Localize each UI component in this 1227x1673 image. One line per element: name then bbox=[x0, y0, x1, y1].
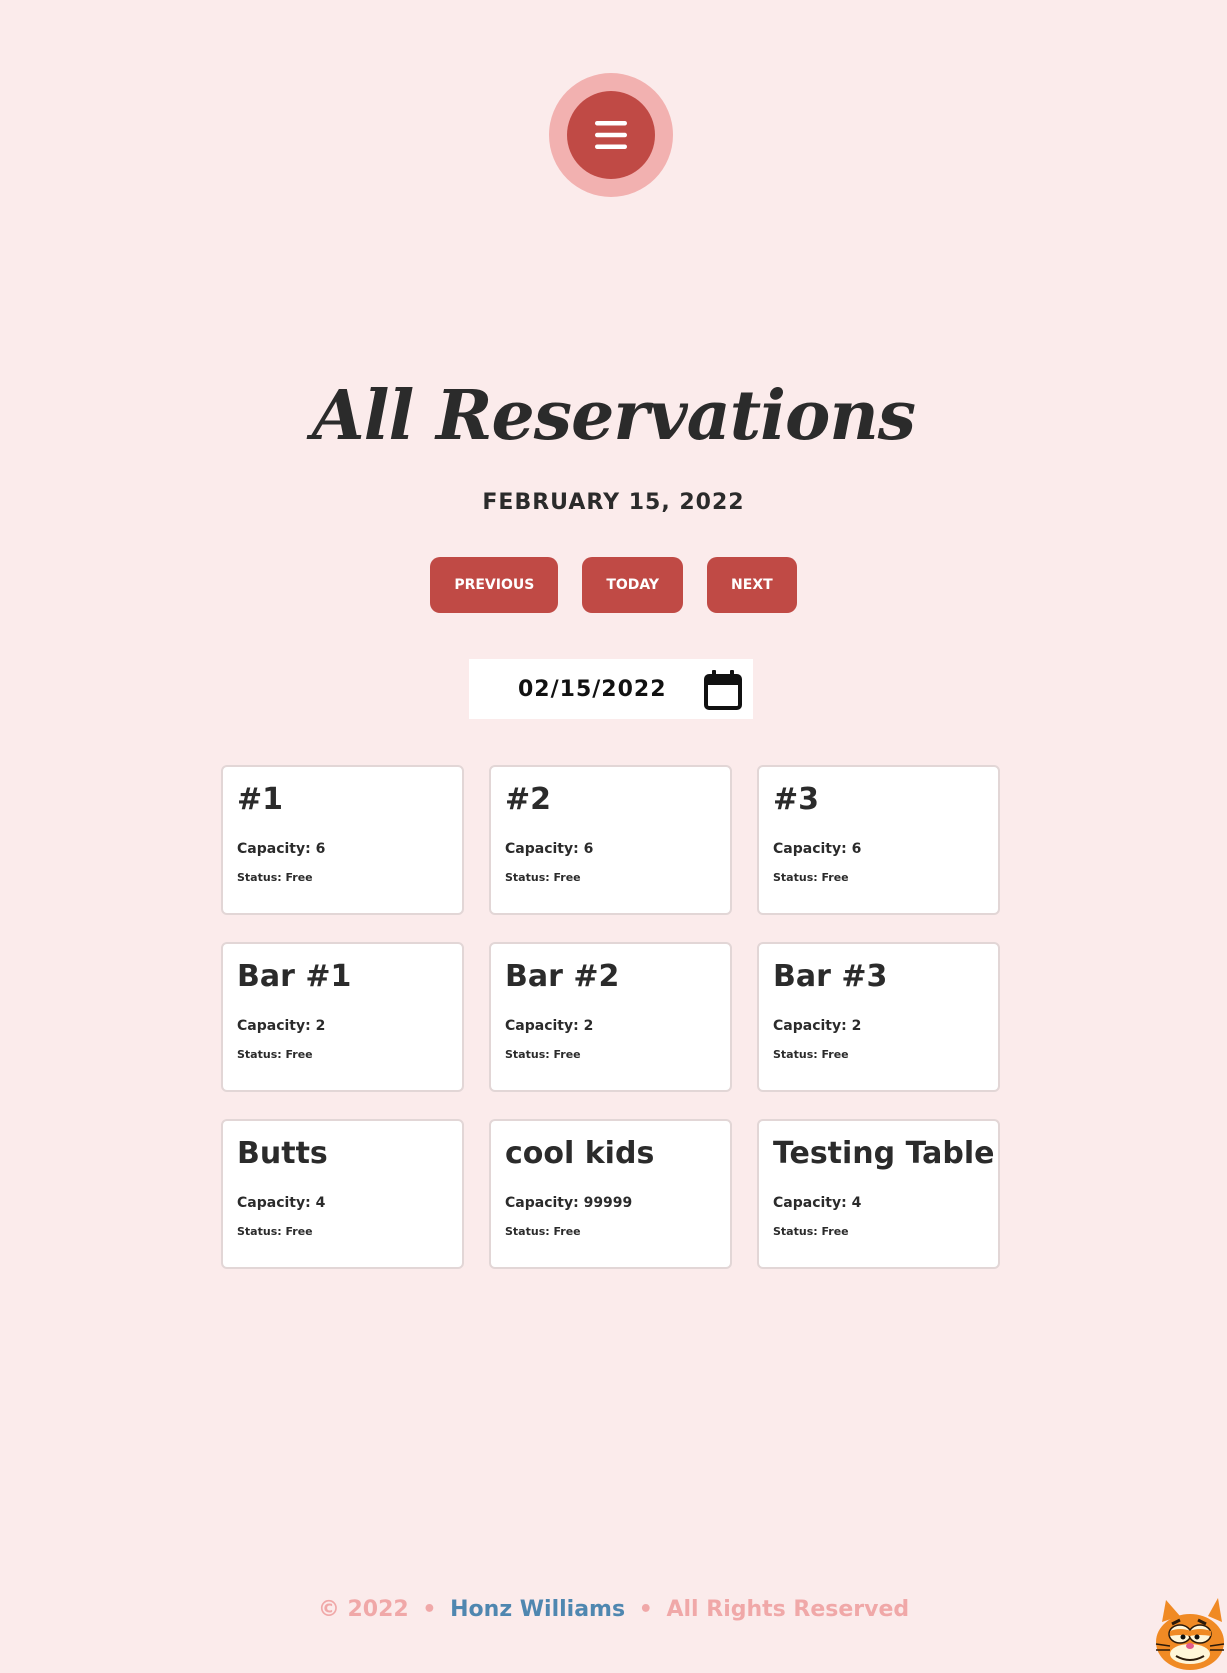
tables-grid: #1 Capacity: 6 Status: Free #2 Capacity:… bbox=[221, 765, 1001, 1269]
date-input[interactable] bbox=[518, 676, 718, 702]
table-card[interactable]: Butts Capacity: 4 Status: Free bbox=[221, 1119, 464, 1269]
menu-button[interactable] bbox=[549, 73, 673, 197]
table-card[interactable]: #2 Capacity: 6 Status: Free bbox=[489, 765, 732, 915]
table-status: Status: Free bbox=[237, 871, 313, 884]
footer-separator: • bbox=[422, 1597, 437, 1622]
table-status: Status: Free bbox=[773, 1225, 849, 1238]
table-capacity: Capacity: 2 bbox=[773, 1018, 862, 1034]
page-title: All Reservations bbox=[311, 376, 916, 456]
table-card[interactable]: cool kids Capacity: 99999 Status: Free bbox=[489, 1119, 732, 1269]
table-name: Bar #1 bbox=[237, 959, 352, 994]
table-status: Status: Free bbox=[773, 871, 849, 884]
hamburger-icon bbox=[595, 121, 627, 149]
table-name: cool kids bbox=[505, 1136, 655, 1171]
table-capacity: Capacity: 6 bbox=[773, 841, 862, 857]
table-status: Status: Free bbox=[505, 1225, 581, 1238]
table-card[interactable]: Bar #2 Capacity: 2 Status: Free bbox=[489, 942, 732, 1092]
table-capacity: Capacity: 4 bbox=[773, 1195, 862, 1211]
table-name: #2 bbox=[505, 782, 552, 817]
table-capacity: Capacity: 2 bbox=[237, 1018, 326, 1034]
cat-mascot-icon bbox=[1155, 1598, 1225, 1670]
table-name: #1 bbox=[237, 782, 284, 817]
table-card[interactable]: Testing Table Capacity: 4 Status: Free bbox=[757, 1119, 1000, 1269]
previous-button[interactable]: PREVIOUS bbox=[430, 557, 559, 613]
menu-button-inner[interactable] bbox=[567, 91, 655, 179]
author-link[interactable]: Honz Williams bbox=[450, 1597, 625, 1622]
table-card[interactable]: Bar #3 Capacity: 2 Status: Free bbox=[757, 942, 1000, 1092]
table-capacity: Capacity: 6 bbox=[237, 841, 326, 857]
table-name: Bar #3 bbox=[773, 959, 888, 994]
table-name: Testing Table bbox=[773, 1136, 995, 1171]
table-name: #3 bbox=[773, 782, 820, 817]
footer-rights: All Rights Reserved bbox=[666, 1597, 910, 1622]
footer-copyright: © 2022 bbox=[317, 1597, 409, 1622]
table-capacity: Capacity: 2 bbox=[505, 1018, 594, 1034]
table-status: Status: Free bbox=[505, 1048, 581, 1061]
table-status: Status: Free bbox=[237, 1048, 313, 1061]
date-navigation: PREVIOUS TODAY NEXT bbox=[0, 557, 1227, 613]
table-name: Butts bbox=[237, 1136, 328, 1171]
table-status: Status: Free bbox=[237, 1225, 313, 1238]
today-button[interactable]: TODAY bbox=[582, 557, 684, 613]
date-heading: FEBRUARY 15, 2022 bbox=[482, 490, 745, 515]
calendar-icon[interactable] bbox=[703, 669, 743, 711]
table-status: Status: Free bbox=[505, 871, 581, 884]
table-status: Status: Free bbox=[773, 1048, 849, 1061]
table-card[interactable]: #3 Capacity: 6 Status: Free bbox=[757, 765, 1000, 915]
table-name: Bar #2 bbox=[505, 959, 620, 994]
date-picker bbox=[469, 659, 753, 719]
next-button[interactable]: NEXT bbox=[707, 557, 797, 613]
table-capacity: Capacity: 4 bbox=[237, 1195, 326, 1211]
table-card[interactable]: #1 Capacity: 6 Status: Free bbox=[221, 765, 464, 915]
footer: © 2022 • Honz Williams • All Rights Rese… bbox=[0, 1597, 1227, 1622]
table-card[interactable]: Bar #1 Capacity: 2 Status: Free bbox=[221, 942, 464, 1092]
footer-separator: • bbox=[638, 1597, 653, 1622]
table-capacity: Capacity: 6 bbox=[505, 841, 594, 857]
table-capacity: Capacity: 99999 bbox=[505, 1195, 633, 1211]
